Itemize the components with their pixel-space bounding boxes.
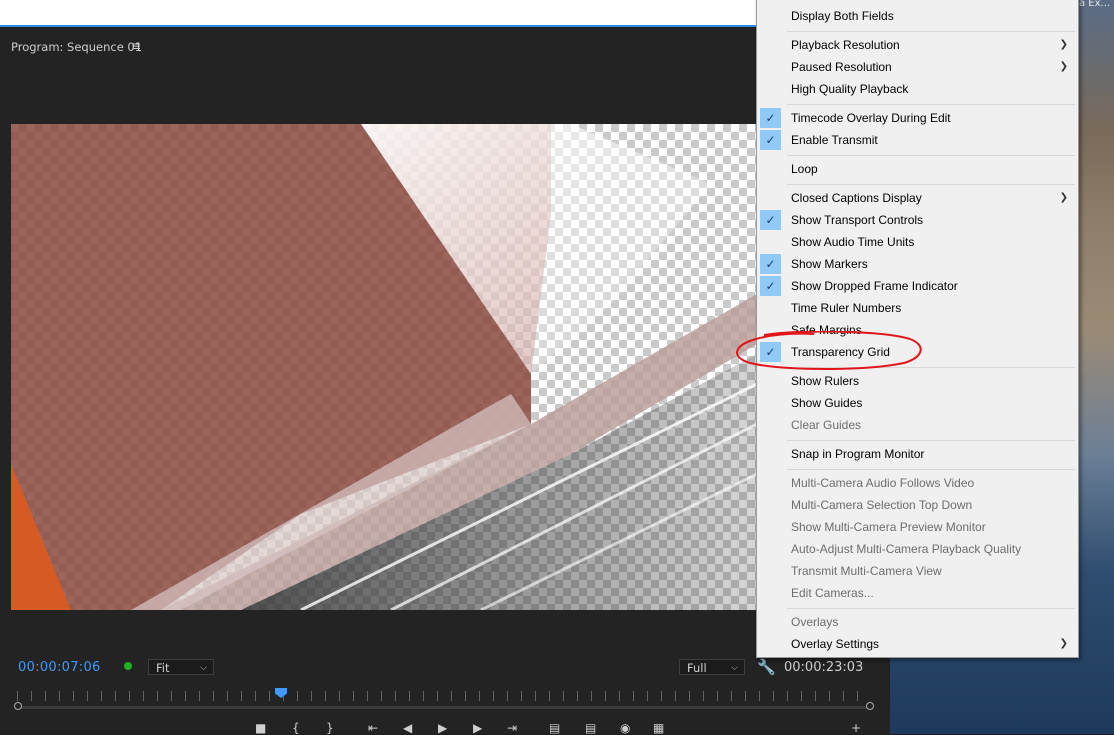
menu-item-display-both-fields[interactable]: Display Both Fields [757,5,1078,27]
menu-item-multicam-selection-top-down: Multi-Camera Selection Top Down [791,498,973,512]
zoom-handle-left[interactable] [14,702,22,710]
extract-icon[interactable]: ▤ [585,722,596,734]
menu-item-loop[interactable]: Loop [757,158,1078,180]
background-window-title: a Ex... [1079,0,1111,9]
zoom-scroll-bar[interactable] [17,706,870,709]
menu-item-multicam-audio-follows-video: Multi-Camera Audio Follows Video [791,476,975,490]
menu-separator [787,608,1075,609]
zoom-level-dropdown[interactable]: Fit ⌵ [148,659,214,675]
chevron-down-icon: ⌵ [731,663,738,673]
step-back-icon[interactable]: ◀ [403,722,412,734]
checkmark-icon: ✓ [760,342,781,362]
menu-item-show-audio-time-units[interactable]: Show Audio Time Units [757,231,1078,253]
menu-separator [787,367,1075,368]
time-ruler[interactable] [11,688,876,712]
panel-title: Program: Sequence 01 [11,40,143,54]
zoom-handle-right[interactable] [866,702,874,710]
lift-icon[interactable]: ▤ [549,722,560,734]
settings-wrench-icon[interactable]: 🔧 [757,658,776,676]
menu-item-auto-adjust-multicam-quality: Auto-Adjust Multi-Camera Playback Qualit… [791,542,1022,556]
chevron-right-icon: ❯ [1059,638,1068,649]
dropped-frame-indicator [124,662,132,670]
step-forward-icon[interactable]: ▶ [473,722,482,734]
menu-separator [787,469,1075,470]
video-content [11,124,757,610]
menu-item-closed-captions-display[interactable]: Closed Captions Display ❯ [757,187,1078,209]
mark-out-icon[interactable]: } [326,722,334,734]
menu-item-paused-resolution[interactable]: Paused Resolution ❯ [757,56,1078,78]
chevron-right-icon: ❯ [1059,61,1068,72]
menu-item-safe-margins[interactable]: Safe Margins [757,319,1078,341]
menu-separator [787,440,1075,441]
menu-separator [787,155,1075,156]
checkmark-icon: ✓ [760,254,781,274]
multicam-icon[interactable]: ▦ [653,722,664,734]
chevron-right-icon: ❯ [1059,192,1068,203]
menu-item-transmit-multicam-view: Transmit Multi-Camera View [791,564,942,578]
menu-item-show-rulers[interactable]: Show Rulers [757,370,1078,392]
menu-item-show-guides[interactable]: Show Guides [757,392,1078,414]
zoom-level-value: Fit [156,661,170,675]
menu-separator [787,104,1075,105]
menu-item-show-dropped-frame-indicator[interactable]: ✓ Show Dropped Frame Indicator [757,275,1078,297]
checkmark-icon: ✓ [760,130,781,150]
panel-menu-icon[interactable]: ≡ [131,39,141,53]
menu-item-enable-transmit[interactable]: ✓ Enable Transmit [757,129,1078,151]
menu-item-high-quality-playback[interactable]: High Quality Playback [757,78,1078,100]
chevron-down-icon: ⌵ [200,663,207,673]
window-top-bar [0,0,757,27]
menu-item-show-multicam-preview-monitor: Show Multi-Camera Preview Monitor [791,520,986,534]
menu-item-clear-guides: Clear Guides [791,418,862,432]
playback-resolution-value: Full [687,661,707,675]
menu-item-timecode-overlay[interactable]: ✓ Timecode Overlay During Edit [757,107,1078,129]
menu-item-show-transport-controls[interactable]: ✓ Show Transport Controls [757,209,1078,231]
current-timecode[interactable]: 00:00:07:06 [18,660,101,675]
checkmark-icon: ✓ [760,210,781,230]
go-to-out-icon[interactable]: ⇥ [507,722,517,734]
menu-item-edit-cameras: Edit Cameras... [791,586,874,600]
chevron-right-icon: ❯ [1059,39,1068,50]
menu-item-overlay-settings[interactable]: Overlay Settings ❯ [757,633,1078,655]
playback-resolution-dropdown[interactable]: Full ⌵ [679,659,745,675]
program-video-frame[interactable] [11,124,757,610]
menu-item-time-ruler-numbers[interactable]: Time Ruler Numbers [757,297,1078,319]
go-to-in-icon[interactable]: ⇤ [368,722,378,734]
mark-in-icon[interactable]: { [292,722,300,734]
menu-item-playback-resolution[interactable]: Playback Resolution ❯ [757,34,1078,56]
checkmark-icon: ✓ [760,276,781,296]
program-monitor-context-menu: Display Both Fields Playback Resolution … [756,0,1079,658]
menu-item-transparency-grid[interactable]: ✓ Transparency Grid [757,341,1078,363]
menu-separator [787,31,1075,32]
ruler-ticks [17,691,870,701]
add-marker-icon[interactable]: ■ [255,722,266,734]
add-button-icon[interactable]: + [851,722,861,734]
menu-item-snap-in-program-monitor[interactable]: Snap in Program Monitor [757,443,1078,465]
menu-item-overlays: Overlays [791,615,839,629]
menu-separator [787,184,1075,185]
play-icon[interactable]: ▶ [438,722,447,734]
menu-item-show-markers[interactable]: ✓ Show Markers [757,253,1078,275]
checkmark-icon: ✓ [760,108,781,128]
duration-timecode: 00:00:23:03 [784,660,864,675]
camera-icon[interactable]: ◉ [620,722,630,734]
